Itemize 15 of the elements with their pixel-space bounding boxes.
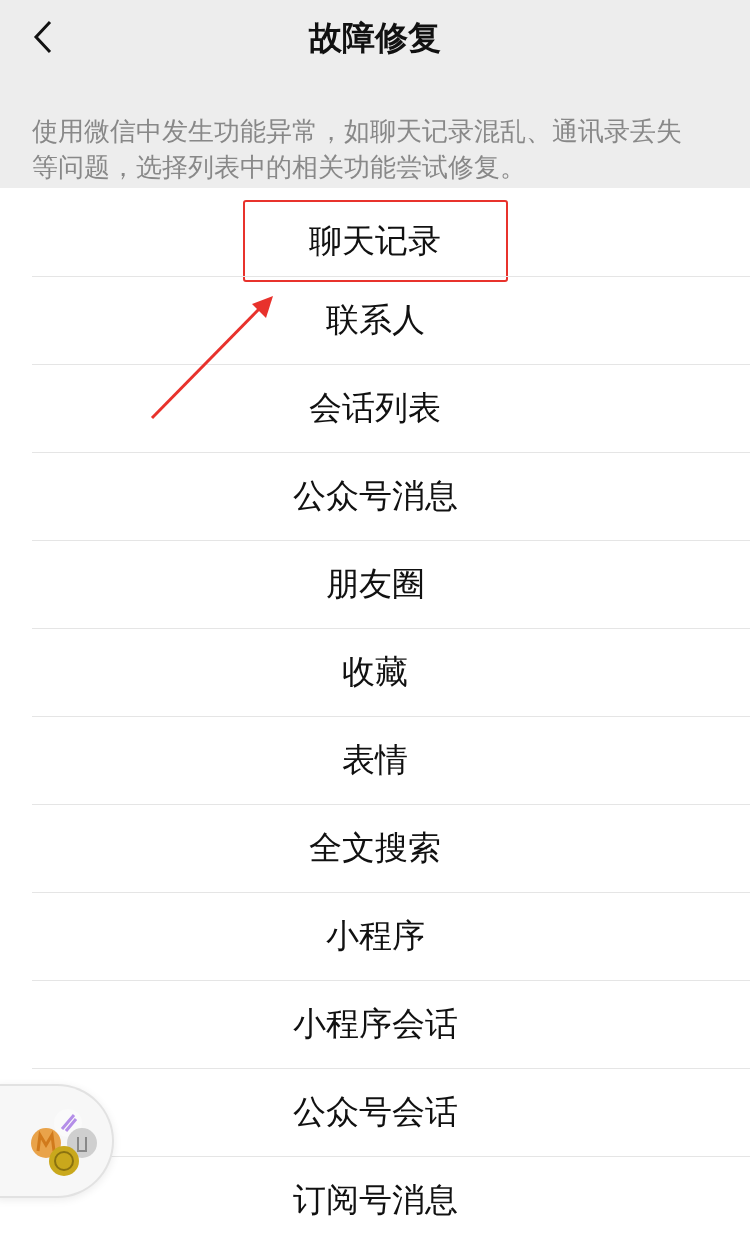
list-item[interactable]: 订阅号消息: [292, 1175, 458, 1225]
list-item[interactable]: 公众号消息: [292, 471, 458, 521]
list-item[interactable]: 联系人: [325, 295, 425, 345]
list-item[interactable]: 小程序: [325, 911, 425, 961]
list-item[interactable]: 表情: [342, 735, 408, 785]
list-item[interactable]: 全文搜索: [309, 823, 441, 873]
description-text: 使用微信中发生功能异常，如聊天记录混乱、通讯录丢失等问题，选择列表中的相关功能尝试修复。: [31, 115, 683, 184]
list-item[interactable]: 朋友圈: [325, 559, 425, 609]
list-item[interactable]: 聊天记录: [242, 200, 508, 282]
list-item[interactable]: 会话列表: [309, 383, 441, 433]
list-item[interactable]: 小程序会话: [292, 999, 458, 1049]
page-title: 故障修复: [309, 16, 441, 59]
floating-window-button[interactable]: [0, 1084, 114, 1198]
list-item[interactable]: 公众号会话: [292, 1087, 458, 1137]
list-item[interactable]: 收藏: [342, 647, 408, 697]
